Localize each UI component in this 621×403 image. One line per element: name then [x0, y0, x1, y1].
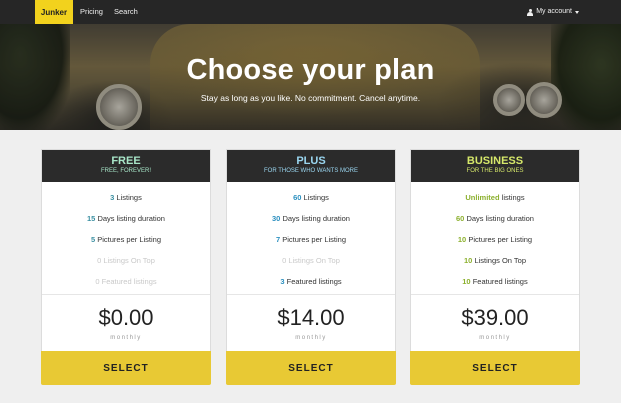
plan-feature: 60 Listings [227, 193, 395, 202]
plan-price: $39.00 [461, 305, 529, 330]
caret-down-icon [575, 10, 579, 14]
hero-banner: Choose your plan Stay as long as you lik… [0, 24, 621, 130]
plan-feature: 10 Listings On Top [411, 256, 579, 265]
account-menu[interactable]: My account [527, 0, 579, 24]
feature-label: Pictures per Listing [468, 235, 533, 244]
plan-name: BUSINESS [466, 155, 524, 167]
feature-count: 10 [457, 235, 467, 244]
plan-header: BUSINESS FOR THE BIG ONES [411, 150, 579, 182]
feature-label: Days listing duration [97, 214, 165, 223]
plan-tagline: FOR THOSE WHO WANTS MORE [264, 168, 358, 174]
plan-name: PLUS [296, 155, 326, 167]
nav-link-search[interactable]: Search [114, 0, 138, 24]
brand-logo[interactable]: Junker [35, 0, 73, 24]
navbar: Junker Pricing Search My account [0, 0, 621, 24]
feature-label: Days listing duration [282, 214, 350, 223]
feature-label: Listings On Top [474, 256, 526, 265]
feature-count: 15 [87, 214, 96, 223]
user-icon [527, 8, 534, 16]
plan-header: FREE FREE, FOREVER! [42, 150, 210, 182]
plan-feature: 0 Listings On Top [227, 256, 395, 265]
plan-name: FREE [111, 155, 141, 167]
plan-features: 3 Listings 15 Days listing duration 5 Pict… [42, 182, 210, 295]
plan-feature: 3 Featured listings [227, 277, 395, 286]
feature-count: 0 [95, 277, 100, 286]
feature-count: 30 [272, 214, 281, 223]
feature-label: Featured listings [101, 277, 157, 286]
plan-feature: 10 Featured listings [411, 277, 579, 286]
account-label: My account [536, 8, 572, 15]
select-free-button[interactable]: SELECT [41, 351, 211, 385]
plan-feature: 10 Pictures per Listing [411, 235, 579, 244]
feature-count: 60 [293, 193, 302, 202]
plan-feature: 7 Pictures per Listing [227, 235, 395, 244]
plan-card-plus: PLUS FOR THOSE WHO WANTS MORE 60 Listings 3… [226, 149, 396, 385]
select-business-button[interactable]: SELECT [410, 351, 580, 385]
feature-label: Pictures per Listing [97, 235, 162, 244]
hero-subtitle: Stay as long as you like. No commitment.… [200, 93, 421, 103]
feature-count: 7 [275, 235, 281, 244]
feature-count: 3 [110, 193, 115, 202]
plan-header: PLUS FOR THOSE WHO WANTS MORE [227, 150, 395, 182]
plan-feature: 30 Days listing duration [227, 214, 395, 223]
plan-tagline: FOR THE BIG ONES [466, 168, 524, 174]
plan-period: monthly [110, 335, 142, 341]
plan-feature: 15 Days listing duration [42, 214, 210, 223]
feature-label: Listings On Top [103, 256, 155, 265]
plan-feature: 5 Pictures per Listing [42, 235, 210, 244]
plan-card-free: FREE FREE, FOREVER! 3 Listings 15 Days list… [41, 149, 211, 385]
plan-feature: 0 Listings On Top [42, 256, 210, 265]
feature-count: 0 [282, 256, 287, 265]
feature-count: 60 [456, 214, 465, 223]
plan-feature: 60 Days listing duration [411, 214, 579, 223]
nav-link-pricing[interactable]: Pricing [80, 0, 103, 24]
feature-label: Listings [116, 193, 142, 202]
plan-period: monthly [295, 335, 327, 341]
plan-price: $14.00 [277, 305, 345, 330]
plan-period: monthly [479, 335, 511, 341]
plan-price: $0.00 [98, 305, 154, 330]
feature-label: listings [501, 193, 525, 202]
feature-label: Listings On Top [288, 256, 340, 265]
feature-count: 3 [280, 277, 285, 286]
select-plus-button[interactable]: SELECT [226, 351, 396, 385]
feature-count: 10 [464, 256, 473, 265]
feature-label: Featured listings [472, 277, 528, 286]
feature-count: Unlimited [465, 193, 500, 202]
plan-features: 60 Listings 30 Days listing duration 7 Pic… [227, 182, 395, 295]
feature-count: 5 [90, 235, 96, 244]
feature-label: Featured listings [286, 277, 342, 286]
plan-feature: Unlimited listings [411, 193, 579, 202]
plan-features: Unlimited listings 60 Days listing durati… [411, 182, 579, 295]
feature-label: Days listing duration [466, 214, 534, 223]
feature-count: 0 [97, 256, 102, 265]
plan-card-business: BUSINESS FOR THE BIG ONES Unlimited listin… [410, 149, 580, 385]
plan-feature: 3 Listings [42, 193, 210, 202]
plan-feature: 0 Featured listings [42, 277, 210, 286]
hero-title: Choose your plan [186, 54, 435, 86]
feature-label: Pictures per Listing [282, 235, 347, 244]
plan-tagline: FREE, FOREVER! [100, 168, 151, 174]
feature-count: 10 [462, 277, 471, 286]
feature-label: Listings [303, 193, 329, 202]
